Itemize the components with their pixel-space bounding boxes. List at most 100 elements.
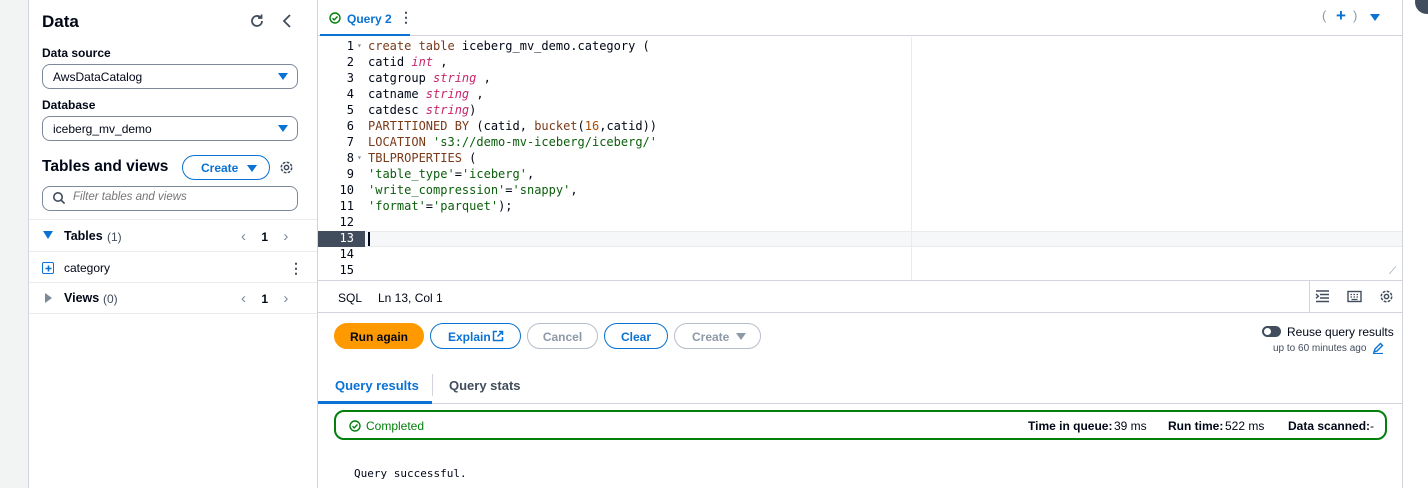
code-line: PARTITIONED BY (catid, bucket(16,catid)) [368, 119, 658, 133]
caret-down-icon [43, 231, 53, 239]
refresh-icon[interactable] [249, 13, 265, 34]
data-source-label: Data source [42, 46, 111, 60]
tables-page-number[interactable]: 1 [261, 230, 268, 244]
line-number: 4 [346, 87, 354, 101]
code-line: catgroup string , [368, 71, 491, 85]
query-actions: Run again Explain Cancel Clear Create Re… [318, 313, 1402, 365]
data-source-select[interactable]: AwsDataCatalog [42, 64, 298, 89]
filter-input[interactable] [73, 191, 283, 203]
more-vertical-icon[interactable]: ⋮ [399, 9, 413, 26]
tables-views-title: Tables and views [42, 158, 169, 175]
chevron-right-icon[interactable]: › [283, 290, 288, 307]
cancel-label: Cancel [542, 330, 583, 344]
line-number: 1 [346, 39, 354, 53]
code-line: catname string , [368, 87, 484, 101]
right-edge-strip [1402, 0, 1428, 488]
chevron-right-icon[interactable]: › [283, 228, 288, 245]
time-in-queue-value: 39 ms [1114, 419, 1147, 433]
table-name[interactable]: category [64, 261, 110, 275]
athena-query-editor: Data Data source AwsDataCatalog Database… [0, 0, 1428, 488]
database-select[interactable]: iceberg_mv_demo [42, 116, 298, 141]
clear-label: Clear [620, 330, 652, 344]
code-line: catid int , [368, 55, 448, 69]
tab-query-2[interactable]: Query 2 ⋮ [320, 2, 413, 36]
data-source-value: AwsDataCatalog [53, 70, 143, 84]
data-scanned-value: - [1370, 419, 1374, 433]
tables-count: (1) [107, 230, 122, 244]
code-line: TBLPROPERTIES ( [368, 151, 477, 165]
paren-right: ) [1353, 8, 1358, 23]
data-panel: Data Data source AwsDataCatalog Database… [28, 0, 318, 488]
code-line: 'table_type'='iceberg', [368, 167, 535, 181]
settings-icon[interactable] [1379, 289, 1394, 307]
clear-button[interactable]: Clear [604, 323, 668, 349]
reuse-results-sublabel: up to 60 minutes ago [1273, 343, 1367, 354]
tables-section-header[interactable]: Tables (1) ‹ 1 › [29, 219, 317, 251]
line-number: 8 [346, 151, 354, 165]
database-label: Database [42, 98, 96, 112]
add-tab-plus-icon[interactable]: + [1336, 6, 1346, 26]
database-value: iceberg_mv_demo [53, 122, 152, 136]
code-line: create table iceberg_mv_demo.category ( [368, 39, 650, 53]
result-message: Query successful. [354, 467, 467, 480]
chevron-left-icon[interactable]: ‹ [241, 228, 246, 245]
tab-query-results[interactable]: Query results [335, 378, 419, 393]
cursor-position: Ln 13, Col 1 [378, 291, 443, 305]
results-tabs: Query results Query stats [318, 366, 1402, 404]
tab-query-stats[interactable]: Query stats [449, 378, 521, 393]
code-line: 'write_compression'='snappy', [368, 183, 578, 197]
cancel-button[interactable]: Cancel [527, 323, 598, 349]
explain-label: Explain [448, 330, 491, 344]
run-again-button[interactable]: Run again [334, 323, 424, 349]
format-code-icon[interactable] [1315, 289, 1330, 307]
search-icon [52, 191, 66, 210]
print-margin [911, 37, 912, 280]
create-dropdown-button[interactable]: Create [674, 323, 761, 349]
tab-label: Query 2 [347, 12, 392, 26]
reuse-results-toggle[interactable] [1262, 326, 1281, 337]
active-tab-indicator [318, 401, 432, 404]
line-number: 3 [346, 71, 354, 85]
reuse-results-label: Reuse query results [1287, 325, 1394, 339]
editor-status-bar: SQL Ln 13, Col 1 [318, 280, 1402, 314]
line-number: 15 [339, 263, 354, 277]
run-again-label: Run again [349, 330, 408, 344]
resize-handle-icon[interactable]: ⟋ [1389, 266, 1396, 277]
sql-editor[interactable]: 1 2 3 4 5 6 7 8 9 10 11 12 13 14 15 ▾ ▾ … [318, 37, 1402, 280]
line-number: 14 [339, 247, 354, 261]
caret-down-icon[interactable] [1370, 14, 1380, 21]
external-link-icon [492, 330, 504, 345]
avatar[interactable] [1415, 0, 1428, 14]
fold-icon[interactable]: ▾ [357, 41, 362, 50]
expand-plus-icon[interactable] [42, 262, 54, 274]
create-label: Create [201, 161, 239, 175]
time-in-queue-label: Time in queue: [1028, 419, 1113, 433]
create-label: Create [692, 330, 730, 344]
caret-down-icon [278, 125, 288, 132]
panel-title: Data [42, 12, 79, 31]
table-row-category[interactable]: category ⋮ [29, 251, 317, 283]
views-page-number[interactable]: 1 [261, 292, 268, 306]
active-line-highlight [365, 231, 1402, 247]
views-pager: ‹ 1 › [241, 290, 295, 307]
views-section-header[interactable]: Views (0) ‹ 1 › [29, 282, 317, 314]
collapse-icon[interactable] [280, 13, 294, 34]
line-number: 6 [346, 119, 354, 133]
caret-down-icon [278, 73, 288, 80]
paren-left: ( [1322, 8, 1327, 23]
create-button[interactable]: Create [182, 155, 270, 180]
filter-box[interactable] [42, 186, 298, 211]
divider [432, 374, 433, 396]
fold-icon[interactable]: ▾ [357, 153, 362, 162]
chevron-left-icon[interactable]: ‹ [241, 290, 246, 307]
keyboard-shortcuts-icon[interactable] [1347, 289, 1362, 307]
caret-down-icon [736, 333, 746, 340]
status-success-icon [349, 420, 361, 435]
line-number: 7 [346, 135, 354, 149]
more-vertical-icon[interactable]: ⋮ [289, 260, 303, 277]
settings-icon[interactable] [279, 160, 294, 180]
run-time-value: 522 ms [1225, 419, 1265, 433]
query-editor-panel: Query 2 ⋮ ( + ) 1 2 3 4 5 6 7 8 9 10 11 … [318, 0, 1402, 488]
edit-pencil-icon[interactable] [1372, 341, 1384, 359]
explain-button[interactable]: Explain [430, 323, 521, 349]
